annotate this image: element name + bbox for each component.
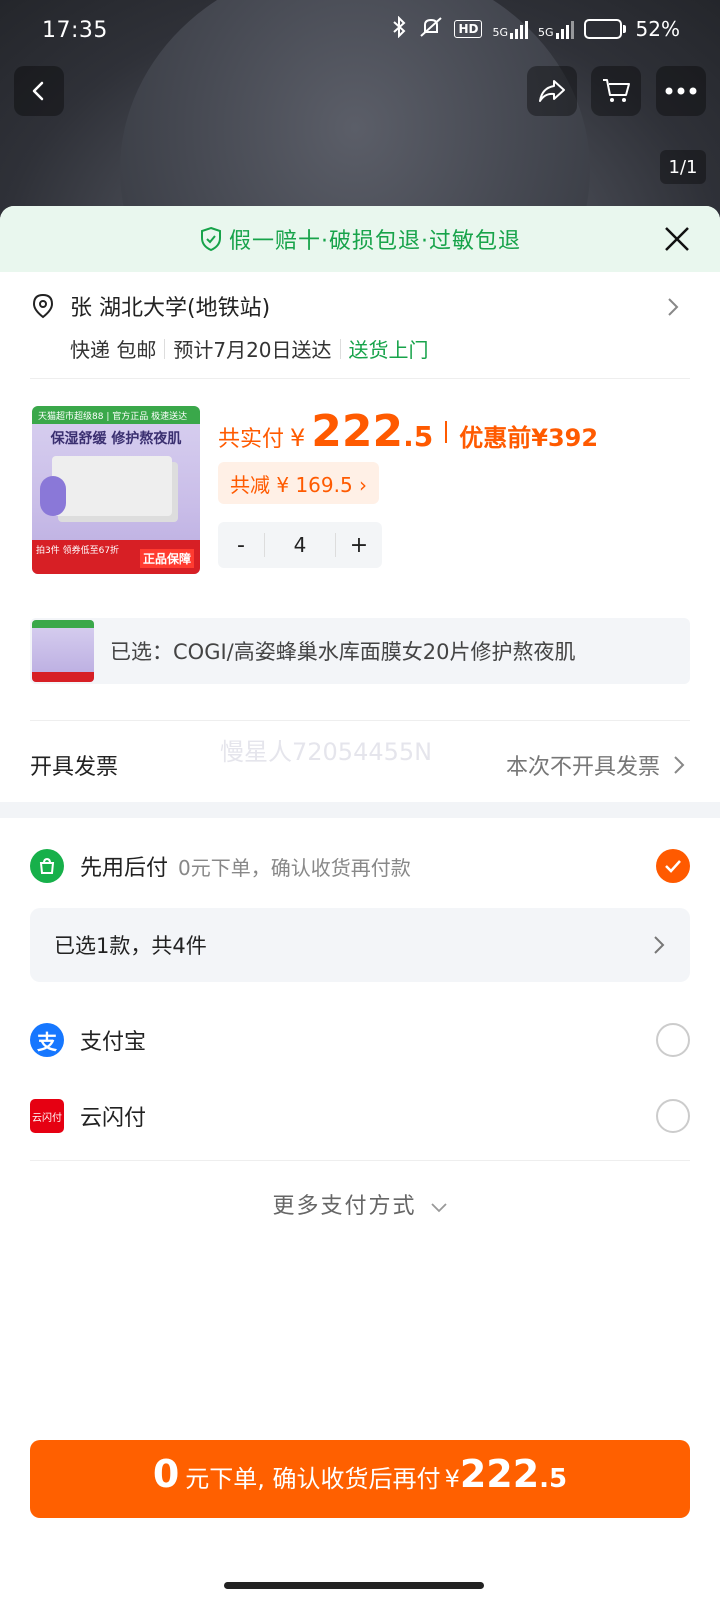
unionpay-label: 云闪付	[80, 1106, 147, 1131]
hd-icon: HD	[454, 19, 483, 38]
total-label: 共实付	[218, 427, 285, 452]
home-indicator[interactable]	[224, 1582, 484, 1589]
product-thumbnail[interactable]: 天猫超市超级88 | 官方正品 极速送达 保湿舒缓 修护熬夜肌 拍3件 领券低至…	[32, 406, 200, 574]
submit-order-button[interactable]: 0 元下单, 确认收货后再付 ¥ 222 .5	[30, 1440, 690, 1518]
invoice-row[interactable]: 开具发票 本次不开具发票	[30, 740, 690, 790]
thumb-promo: 拍3件 领券低至67折 正品保障	[32, 540, 200, 574]
shipping-method: 快递 包邮	[70, 338, 157, 362]
guarantee-text: 假一赔十·破损包退·过敏包退	[229, 229, 521, 254]
more-payment-text: 更多支付方式	[272, 1194, 417, 1219]
price-row: 共实付 ¥ 222 .5 优惠前 ¥392	[218, 406, 598, 457]
quantity-stepper: - 4 +	[218, 522, 382, 568]
status-icons: HD 5G 5G 52%	[390, 15, 680, 41]
summary-text: 已选1款，共4件	[54, 934, 207, 958]
signal-icon-2: 5G	[538, 19, 574, 39]
qty-minus-button[interactable]: -	[218, 533, 264, 558]
invoice-value-group: 本次不开具发票	[506, 749, 690, 781]
thumb-title: 保湿舒缓 修护熬夜肌	[50, 431, 182, 447]
back-button[interactable]	[14, 66, 64, 116]
status-time: 17:35	[42, 18, 108, 43]
alipay-icon: 支	[30, 1023, 64, 1057]
guarantee-banner: 假一赔十·破损包退·过敏包退	[0, 206, 720, 272]
selected-sku-text: 已选：COGI/高姿蜂巢水库面膜女20片修护熬夜肌	[110, 640, 576, 664]
more-payment-methods[interactable]: 更多支付方式	[0, 1188, 720, 1220]
divider	[339, 338, 341, 359]
submit-price-decimal: .5	[539, 1464, 568, 1494]
chevron-right-icon	[666, 296, 680, 324]
network-type-2: 5G	[538, 25, 554, 39]
mute-vibrate-icon	[418, 16, 444, 41]
submit-zero: 0	[152, 1452, 180, 1496]
qty-value[interactable]: 4	[264, 533, 336, 557]
divider	[164, 338, 166, 359]
pay-later-option[interactable]: 先用后付 0元下单，确认收货再付款	[30, 846, 690, 886]
battery-icon	[583, 18, 626, 39]
submit-price-integer: 222	[459, 1452, 540, 1496]
submit-currency: ¥	[444, 1465, 460, 1493]
signal-icon-1: 5G	[492, 19, 529, 39]
product-section: 天猫超市超级88 | 官方正品 极速送达 保湿舒缓 修护熬夜肌 拍3件 领券低至…	[30, 406, 690, 586]
check-selected-icon[interactable]	[656, 849, 690, 883]
alipay-radio[interactable]	[656, 1023, 690, 1057]
chevron-down-icon	[430, 1203, 447, 1213]
selected-sku[interactable]: 已选：COGI/高姿蜂巢水库面膜女20片修护熬夜肌	[30, 618, 690, 684]
more-dots-icon	[665, 87, 697, 95]
shield-check-icon	[199, 226, 223, 252]
section-divider	[30, 1160, 690, 1161]
submit-text: 元下单, 确认收货后再付	[185, 1465, 441, 1493]
thumb-product-boxes	[52, 456, 172, 516]
currency-symbol: ¥	[290, 424, 306, 452]
pay-later-icon	[30, 849, 64, 883]
invoice-label: 开具发票	[30, 755, 119, 780]
cart-icon	[603, 79, 630, 102]
unionpay-radio[interactable]	[656, 1099, 690, 1133]
price-integer: 222	[311, 406, 404, 457]
delivery-type: 送货上门	[348, 338, 429, 362]
section-divider	[30, 720, 690, 721]
qty-plus-button[interactable]: +	[336, 533, 382, 558]
image-counter: 1/1	[660, 150, 706, 184]
thumb-badge	[40, 476, 66, 516]
sku-thumbnail	[32, 620, 94, 682]
thumb-authentic-badge: 正品保障	[139, 549, 194, 568]
location-pin-icon	[32, 293, 54, 319]
checkout-sheet: 假一赔十·破损包退·过敏包退 张 湖北大学(地铁站) 快递 包邮 预计7月20日…	[0, 206, 720, 1600]
delivery-eta: 预计7月20日送达	[173, 338, 332, 362]
payment-option-alipay[interactable]: 支 支付宝	[30, 1020, 690, 1060]
thumb-promo-text: 拍3件 领券低至67折	[36, 546, 120, 556]
battery-percent: 52%	[635, 16, 680, 41]
unionpay-icon: 云闪付	[30, 1099, 64, 1133]
chevron-right-icon	[674, 756, 685, 774]
chevron-left-icon	[32, 81, 44, 101]
chevron-right-icon	[654, 936, 665, 954]
before-price: ¥392	[531, 424, 599, 452]
share-button[interactable]	[527, 66, 577, 116]
more-button[interactable]	[656, 66, 706, 116]
section-gap	[0, 802, 720, 818]
bluetooth-icon	[390, 15, 408, 41]
network-type-1: 5G	[492, 25, 509, 39]
section-divider	[30, 378, 690, 379]
address-section[interactable]: 张 湖北大学(地铁站) 快递 包邮 预计7月20日送达 送货上门	[30, 288, 690, 363]
price-decimal: .5	[403, 420, 434, 453]
thumb-top-banner: 天猫超市超级88 | 官方正品 极速送达	[32, 406, 200, 424]
payment-option-unionpay[interactable]: 云闪付 云闪付	[30, 1096, 690, 1136]
price-separator	[445, 420, 448, 443]
address-line: 张 湖北大学(地铁站)	[70, 296, 271, 321]
pay-later-name: 先用后付	[80, 856, 169, 881]
pay-later-summary[interactable]: 已选1款，共4件	[30, 908, 690, 982]
share-icon	[539, 80, 565, 102]
pay-later-desc: 0元下单，确认收货再付款	[178, 855, 411, 880]
status-bar: 17:35 HD 5G 5G 52%	[0, 0, 720, 64]
close-icon	[665, 227, 689, 251]
cart-button[interactable]	[591, 66, 641, 116]
before-label: 优惠前	[459, 424, 532, 452]
invoice-value: 本次不开具发票	[505, 755, 660, 780]
discount-tag[interactable]: 共减 ¥ 169.5 ›	[218, 462, 380, 504]
close-button[interactable]	[662, 224, 692, 254]
alipay-label: 支付宝	[80, 1030, 147, 1055]
